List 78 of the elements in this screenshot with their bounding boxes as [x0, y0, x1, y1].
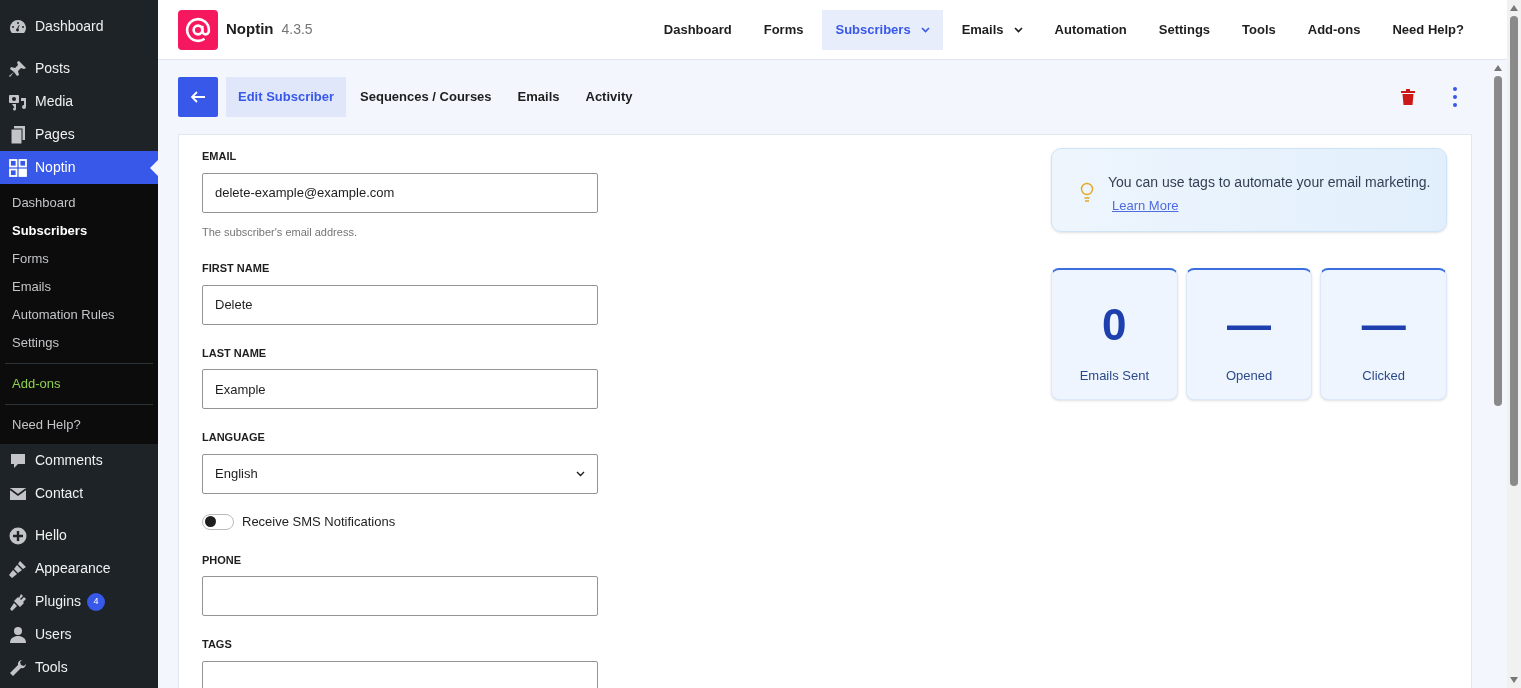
- submenu-item[interactable]: Dashboard: [0, 189, 158, 217]
- lightbulb-icon: [1080, 182, 1094, 202]
- stat-value: —: [1227, 300, 1271, 350]
- back-button[interactable]: [178, 77, 218, 117]
- submenu-item[interactable]: Forms: [0, 245, 158, 273]
- sidebar-item[interactable]: Posts: [0, 52, 158, 85]
- field-label: TAGS: [202, 637, 233, 652]
- back-arrow-icon: [190, 90, 206, 104]
- input-field[interactable]: [202, 576, 598, 616]
- nav-link[interactable]: Forms: [750, 9, 817, 50]
- stat-label: Emails Sent: [1079, 367, 1149, 385]
- toggle-label: Receive SMS Notifications: [242, 512, 396, 531]
- chevron-down-icon: [576, 470, 585, 477]
- tab[interactable]: Emails: [505, 77, 572, 117]
- input-field[interactable]: Delete: [202, 284, 598, 325]
- stat-value: 0: [1102, 300, 1127, 350]
- field-label: LANGUAGE: [202, 430, 266, 445]
- nav-link[interactable]: Need Help?: [1379, 9, 1477, 50]
- tab[interactable]: Activity: [573, 77, 645, 117]
- tip-text: You can use tags to automate your email marketing.: [1108, 173, 1431, 192]
- submenu-item[interactable]: Settings: [0, 329, 158, 357]
- sidebar-item[interactable]: Pages: [0, 118, 158, 151]
- plus-circle-icon: [8, 525, 28, 546]
- current-item-pointer-icon: [150, 160, 158, 176]
- sidebar-item[interactable]: Comments: [0, 444, 158, 477]
- sidebar-item[interactable]: Plugins 4: [0, 585, 158, 618]
- toggle-switch[interactable]: [202, 513, 234, 530]
- submenu-item[interactable]: Add-ons: [0, 370, 158, 398]
- tab[interactable]: Sequences / Courses: [348, 77, 504, 117]
- input-field[interactable]: [202, 660, 598, 688]
- nav-link[interactable]: Add-ons: [1294, 9, 1374, 50]
- scroll-up-arrow-icon: [1509, 4, 1519, 12]
- stat-label: Clicked: [1362, 367, 1405, 385]
- kebab-menu-icon: [1453, 87, 1457, 107]
- sidebar-item[interactable]: Dashboard: [0, 10, 158, 43]
- sidebar-item[interactable]: Contact: [0, 477, 158, 510]
- submenu-item[interactable]: Subscribers: [0, 217, 158, 245]
- stat-value: —: [1361, 300, 1406, 350]
- sidebar-item[interactable]: Media: [0, 85, 158, 118]
- count-badge: 4: [86, 592, 105, 611]
- nav-link[interactable]: Tools: [1229, 9, 1289, 50]
- nav-link[interactable]: Settings: [1145, 9, 1224, 50]
- sidebar-item[interactable]: Appearance: [0, 552, 158, 585]
- input-field[interactable]: delete-example@example.com: [202, 172, 598, 213]
- pages-icon: [8, 124, 28, 145]
- field-label: LAST NAME: [202, 345, 268, 361]
- language-select[interactable]: English: [202, 453, 598, 494]
- field-label: FIRST NAME: [202, 261, 271, 276]
- tab[interactable]: Edit Subscriber: [226, 77, 347, 117]
- nav-link[interactable]: Dashboard: [650, 9, 745, 50]
- nav-link[interactable]: Emails: [948, 9, 1036, 50]
- submenu-item[interactable]: Automation Rules: [0, 301, 158, 329]
- sidebar-item[interactable]: Hello: [0, 519, 158, 552]
- trash-icon: [1401, 89, 1415, 105]
- app-version: 4.3.5: [281, 20, 313, 39]
- plug-icon: [8, 591, 28, 612]
- wrench-icon: [8, 657, 28, 678]
- paintbrush-icon: [8, 558, 28, 579]
- input-field[interactable]: Example: [202, 369, 598, 409]
- pushpin-icon: [8, 58, 28, 79]
- scroll-up-arrow-icon: [1493, 64, 1503, 72]
- grid-icon: [8, 157, 28, 178]
- field-label: EMAIL: [202, 149, 238, 164]
- person-icon: [8, 624, 28, 645]
- stat-label: Opened: [1225, 367, 1273, 385]
- sidebar-item[interactable]: Noptin: [0, 151, 158, 184]
- submenu-item[interactable]: Need Help?: [0, 411, 158, 439]
- submenu-item[interactable]: Emails: [0, 273, 158, 301]
- app-logo-icon: [178, 9, 218, 50]
- learn-more-link[interactable]: Learn More: [1112, 196, 1179, 216]
- nav-link[interactable]: Automation: [1041, 9, 1140, 50]
- field-label: PHONE: [202, 552, 243, 568]
- nav-link[interactable]: Subscribers: [822, 9, 943, 50]
- scroll-down-arrow-icon: [1509, 676, 1519, 684]
- help-text: The subscriber's email address.: [202, 224, 358, 240]
- app-name: Noptin: [226, 19, 274, 40]
- sidebar-item[interactable]: Tools: [0, 651, 158, 684]
- sidebar-item[interactable]: Users: [0, 618, 158, 651]
